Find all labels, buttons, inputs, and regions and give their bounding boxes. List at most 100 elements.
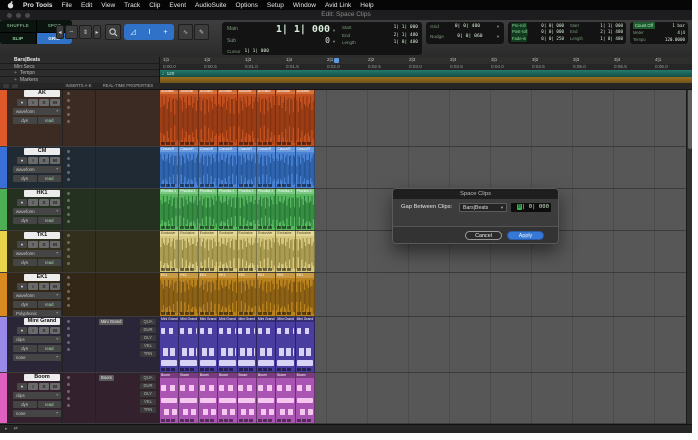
menu-item-track[interactable]: Track [124, 2, 140, 9]
track-color-strip[interactable] [0, 273, 7, 316]
insert-slot[interactable] [67, 150, 70, 153]
solo-button[interactable]: S [39, 199, 49, 206]
track-lane-mini-grand[interactable]: Mini GrandMini GrandMini GrandMini Grand… [160, 317, 692, 372]
vertical-scrollbar[interactable] [686, 57, 692, 424]
track-view-selector[interactable]: ▼waveform [13, 108, 61, 115]
insert-slot[interactable] [67, 327, 70, 330]
fade-in-label[interactable]: Fade-in [511, 36, 527, 42]
record-enable-button[interactable]: ● [17, 99, 27, 106]
insert-slot[interactable] [67, 178, 70, 181]
edit-cursor-marker[interactable] [334, 58, 339, 63]
track-name-ak[interactable]: AK [24, 90, 60, 97]
input-monitor-button[interactable]: I [28, 283, 38, 290]
clip-mini-grand-2[interactable]: Mini Grand [179, 317, 198, 372]
automation-mode-selector[interactable]: read [38, 217, 62, 224]
track-color-strip[interactable] [0, 89, 7, 146]
real-time-properties-column[interactable]: Mini GrandQUADURDLYVELTRN [95, 317, 160, 372]
selection-length-value[interactable]: 1| 0| 480 [394, 39, 418, 47]
clip-mini-grand-4[interactable]: Mini Grand [218, 317, 237, 372]
clip-hk1-6[interactable]: Phonika 1 [257, 189, 276, 230]
clip-mini-grand-5[interactable]: Mini Grand [238, 317, 257, 372]
selection-end-value[interactable]: 2| 1| 480 [394, 32, 418, 40]
input-monitor-button[interactable]: I [28, 241, 38, 248]
sub-counter-value[interactable]: 0 [248, 36, 330, 45]
clip-tk1-8[interactable]: Exclusive [296, 231, 315, 272]
track-lane-ak[interactable]: AcousticAcousticAcousticAcousticAcoustic… [160, 89, 692, 146]
apple-icon[interactable] [7, 1, 14, 9]
main-counter-menu-icon[interactable]: ▼ [332, 28, 336, 33]
menu-item-avid-link[interactable]: Avid Link [325, 2, 351, 9]
track-view-selector[interactable]: ▼clips [13, 336, 61, 343]
solo-button[interactable]: S [39, 241, 49, 248]
menu-item-window[interactable]: Window [293, 2, 316, 9]
insert-slot[interactable] [67, 213, 70, 216]
clip-tk1-7[interactable]: Exclusive [276, 231, 295, 272]
input-monitor-button[interactable]: I [28, 327, 38, 334]
insert-slot[interactable] [67, 290, 70, 293]
clip-boom-1[interactable]: Boom [160, 373, 179, 423]
clip-hk1-5[interactable]: Phonika 1 [238, 189, 257, 230]
insert-slot[interactable] [67, 192, 70, 195]
inserts-column[interactable] [62, 189, 95, 230]
clip-hk1-7[interactable]: Phonika 1 [276, 189, 295, 230]
record-enable-button[interactable]: ● [17, 241, 27, 248]
real-time-properties-column[interactable] [95, 147, 160, 188]
menu-item-setup[interactable]: Setup [267, 2, 284, 9]
menu-item-help[interactable]: Help [360, 2, 373, 9]
clip-ek1-3[interactable]: EK1 [199, 273, 218, 316]
main-counter-value[interactable]: 1| 1| 000 [248, 24, 330, 35]
sub-counter-menu-icon[interactable]: ▼ [332, 39, 336, 44]
menu-item-file[interactable]: File [62, 2, 72, 9]
zoomer-tool-button[interactable] [105, 24, 121, 40]
insert-slot[interactable] [67, 234, 70, 237]
gap-units-dropdown[interactable]: ▼Bars|Beats [459, 203, 507, 212]
insert-slot[interactable] [67, 206, 70, 209]
automation-mode-selector[interactable]: read [38, 401, 62, 408]
menu-item-audiosuite[interactable]: AudioSuite [195, 2, 226, 9]
clip-cm-6[interactable]: ClassicR [257, 147, 276, 188]
clip-tk1-5[interactable]: Exclusive [238, 231, 257, 272]
cancel-button[interactable]: Cancel [465, 231, 502, 240]
insert-slot[interactable] [67, 283, 70, 286]
inserts-column[interactable] [62, 373, 95, 423]
track-color-strip[interactable] [0, 373, 7, 423]
clip-boom-4[interactable]: Boom [218, 373, 237, 423]
menu-item-pro-tools[interactable]: Pro Tools [23, 2, 53, 9]
elastic-audio-button[interactable]: dyn [13, 259, 37, 266]
elastic-audio-button[interactable]: dyn [13, 117, 37, 124]
clip-tk1-3[interactable]: Exclusive [199, 231, 218, 272]
elastic-audio-button[interactable]: dyn [13, 175, 37, 182]
menu-item-view[interactable]: View [101, 2, 115, 9]
vertical-zoom-icon[interactable]: ⇕ [79, 25, 92, 39]
rtp-dur-button[interactable]: DUR [140, 383, 156, 389]
clip-cm-1[interactable]: ClassicR [160, 147, 179, 188]
clip-boom-6[interactable]: Boom [257, 373, 276, 423]
clip-tk1-6[interactable]: Exclusive [257, 231, 276, 272]
elastic-plugin-selector[interactable]: ▼Polyphonic [13, 310, 61, 316]
elastic-plugin-selector[interactable]: ▼none [13, 354, 61, 361]
elastic-audio-button[interactable]: dyn [13, 217, 37, 224]
clip-cm-5[interactable]: ClassicR [238, 147, 257, 188]
rtp-dly-button[interactable]: DLY [140, 391, 156, 397]
elastic-audio-button[interactable]: dyn [13, 401, 37, 408]
automation-mode-selector[interactable]: read [38, 345, 62, 352]
horizontal-zoom-icon[interactable]: ⇔ [65, 25, 78, 39]
clip-boom-5[interactable]: Boom [238, 373, 257, 423]
clip-ek1-4[interactable]: EK1 [218, 273, 237, 316]
add-tempo-icon[interactable]: + [14, 70, 17, 76]
track-view-selector[interactable]: ▼waveform [13, 208, 61, 215]
insert-slot[interactable] [67, 171, 70, 174]
rtp-vel-button[interactable]: VEL [140, 343, 156, 349]
record-enable-button[interactable]: ● [17, 383, 27, 390]
track-name-hk1[interactable]: HK1 [24, 190, 60, 197]
clip-ek1-5[interactable]: EK1 [238, 273, 257, 316]
clip-cm-2[interactable]: ClassicR [179, 147, 198, 188]
nudge-menu-icon[interactable]: ▼ [496, 32, 500, 42]
track-name-tk1[interactable]: TK1 [24, 232, 60, 239]
clip-ak-6[interactable]: Acoustic [257, 89, 276, 146]
zoom-in-arrow-button[interactable]: ▸ [93, 25, 101, 39]
inserts-column[interactable] [62, 231, 95, 272]
mute-button[interactable]: M [50, 383, 60, 390]
inserts-column[interactable] [62, 147, 95, 188]
insert-slot[interactable] [67, 120, 70, 123]
